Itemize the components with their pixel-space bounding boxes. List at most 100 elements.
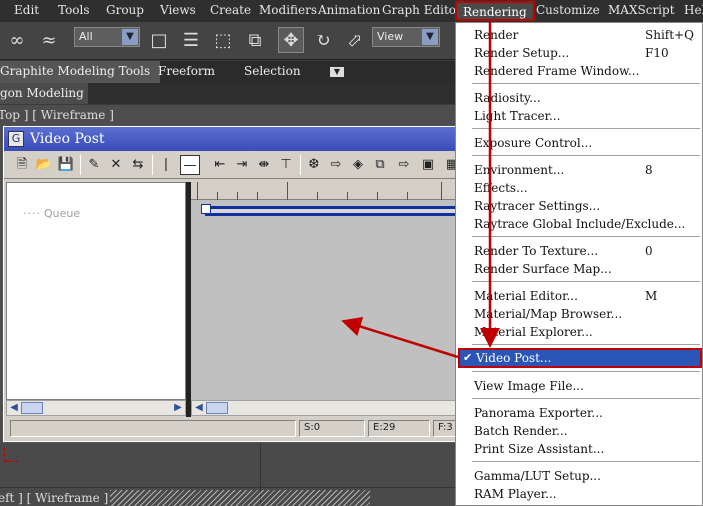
rotate-icon[interactable]: ↻ (310, 27, 336, 53)
ruler-tick (287, 182, 288, 200)
menu-item-material-editor[interactable]: Material Editor... (474, 287, 578, 305)
add-image-layer-event-icon[interactable]: ⧉ (370, 155, 390, 175)
window-crossing-icon[interactable]: ⧉ (242, 27, 268, 53)
menu-item-raytracer-settings[interactable]: Raytracer Settings... (474, 197, 600, 215)
viewport-divider (0, 487, 460, 488)
menu-create[interactable]: Create (210, 3, 251, 17)
ruler-tick (347, 192, 348, 200)
selection-filter-dropdown[interactable]: All ▼ (74, 27, 140, 47)
viewport-label-left[interactable]: eft ] [ Wireframe ] (0, 491, 108, 505)
ruler-tick (317, 192, 318, 200)
menu-maxscript[interactable]: MAXScript (608, 3, 675, 17)
link-icon[interactable]: ∞ (4, 27, 30, 53)
end-frame-field: E:29 (368, 420, 430, 437)
menu-item-ram-player[interactable]: RAM Player... (474, 485, 557, 503)
tree-connector: ···· (23, 207, 41, 220)
menu-item-environment[interactable]: Environment... (474, 161, 564, 179)
add-external-event-icon[interactable]: ▣ (418, 155, 438, 175)
menu-item-view-image-file[interactable]: View Image File... (474, 377, 584, 395)
menu-separator (472, 461, 700, 462)
video-post-titlebar[interactable]: G Video Post (4, 127, 472, 151)
menu-item-panorama-exporter[interactable]: Panorama Exporter... (474, 404, 603, 422)
queue-range-bar[interactable] (205, 206, 474, 216)
menu-views[interactable]: Views (160, 3, 196, 17)
align-left-icon[interactable]: ⇤ (210, 155, 230, 175)
menu-edit[interactable]: Edit (14, 3, 39, 17)
move-icon[interactable]: ✥ (278, 27, 304, 53)
menu-item-radiosity[interactable]: Radiosity... (474, 89, 541, 107)
unlink-icon[interactable]: ≈ (36, 27, 62, 53)
menu-rendering[interactable]: Rendering (455, 1, 535, 21)
menu-separator (472, 128, 700, 129)
delete-event-icon[interactable]: ✕ (106, 155, 126, 175)
menu-item-material-explorer[interactable]: Material Explorer... (474, 323, 593, 341)
menu-item-print-size-assistant[interactable]: Print Size Assistant... (474, 440, 604, 458)
menu-item-raytrace-include-exclude[interactable]: Raytrace Global Include/Exclude... (474, 215, 685, 233)
scroll-right-icon[interactable]: ▶ (171, 401, 185, 415)
tab-selection[interactable]: Selection (244, 64, 301, 78)
tab-graphite-modeling-tools[interactable]: Graphite Modeling Tools (0, 61, 161, 83)
menu-item-label: Video Post... (476, 351, 552, 365)
scale-icon[interactable]: ⬀ (342, 27, 368, 53)
toolbar-separator (300, 155, 301, 175)
toolbar-separator (80, 155, 81, 175)
menu-separator (472, 83, 700, 84)
menu-item-exposure-control[interactable]: Exposure Control... (474, 134, 592, 152)
time-ruler (191, 182, 474, 200)
add-scene-event-icon[interactable]: ❆ (304, 155, 324, 175)
track-horizontal-scrollbar[interactable]: ◀ (191, 400, 474, 416)
video-post-toolbar: 🗎 📂 💾 ✎ ✕ ⇆ ❘ — ⇤ ⇥ ⇼ ⊤ ❆ ⇨ ◈ ⧉ ⇨ ▣ ▦ (4, 151, 472, 179)
menu-customize[interactable]: Customize (536, 3, 600, 17)
tab-freeform[interactable]: Freeform (158, 64, 215, 78)
add-image-output-event-icon[interactable]: ⇨ (394, 155, 414, 175)
queue-horizontal-scrollbar[interactable]: ◀ ▶ (6, 400, 186, 416)
menu-tools[interactable]: Tools (58, 3, 90, 17)
swap-events-icon[interactable]: ⇆ (128, 155, 148, 175)
track-pane[interactable] (191, 182, 474, 400)
align-right-icon[interactable]: ⇥ (232, 155, 252, 175)
range-bar-start-handle[interactable] (201, 204, 211, 214)
menu-item-gamma-lut-setup[interactable]: Gamma/LUT Setup... (474, 467, 601, 485)
menu-animation[interactable]: Animation (318, 3, 380, 17)
menu-separator (472, 236, 700, 237)
save-sequence-icon[interactable]: 💾 (56, 155, 76, 175)
new-sequence-icon[interactable]: 🗎 (12, 155, 32, 175)
execute-sequence-icon[interactable]: ❘ (156, 155, 176, 175)
polygon-modeling-panel[interactable]: gon Modeling (0, 83, 88, 104)
add-image-input-event-icon[interactable]: ⇨ (326, 155, 346, 175)
scroll-left-icon[interactable]: ◀ (192, 401, 206, 415)
menu-help[interactable]: Help (684, 3, 703, 17)
reference-coord-dropdown[interactable]: View ▼ (372, 27, 440, 47)
edit-current-event-icon[interactable]: ✎ (84, 155, 104, 175)
abut-selected-icon[interactable]: ⊤ (276, 155, 296, 175)
menu-item-rendered-frame-window[interactable]: Rendered Frame Window... (474, 62, 639, 80)
scroll-thumb[interactable] (21, 402, 43, 414)
menu-item-light-tracer[interactable]: Light Tracer... (474, 107, 560, 125)
scroll-thumb[interactable] (206, 402, 228, 414)
viewport-label-top[interactable]: Top ] [ Wireframe ] (0, 108, 114, 122)
menu-item-render-surface-map[interactable]: Render Surface Map... (474, 260, 612, 278)
queue-pane[interactable]: ···· Queue (6, 182, 186, 400)
add-image-filter-event-icon[interactable]: ◈ (348, 155, 368, 175)
menu-item-render[interactable]: Render (474, 26, 518, 44)
select-object-icon[interactable]: □ (146, 27, 172, 53)
menu-item-video-post[interactable]: ✔ Video Post... (458, 348, 702, 368)
menu-item-batch-render[interactable]: Batch Render... (474, 422, 568, 440)
ribbon-options-icon[interactable]: ▼ (330, 67, 344, 77)
menu-item-render-to-texture[interactable]: Render To Texture... (474, 242, 598, 260)
rectangular-selection-icon[interactable]: ⬚ (210, 27, 236, 53)
menu-modifiers[interactable]: Modifiers (259, 3, 317, 17)
scroll-left-icon[interactable]: ◀ (7, 401, 21, 415)
menu-group[interactable]: Group (106, 3, 144, 17)
menu-item-effects[interactable]: Effects... (474, 179, 528, 197)
edit-range-bar-icon[interactable]: — (180, 155, 200, 175)
rendering-dropdown-menu: Render Shift+Q Render Setup... F10 Rende… (455, 22, 703, 506)
window-title: Video Post (30, 131, 105, 147)
menu-item-render-setup[interactable]: Render Setup... (474, 44, 569, 62)
select-by-name-icon[interactable]: ☰ (178, 27, 204, 53)
queue-tree-item[interactable]: ···· Queue (23, 207, 80, 220)
menu-separator (472, 344, 700, 345)
open-sequence-icon[interactable]: 📂 (34, 155, 54, 175)
menu-item-material-map-browser[interactable]: Material/Map Browser... (474, 305, 622, 323)
make-same-size-icon[interactable]: ⇼ (254, 155, 274, 175)
